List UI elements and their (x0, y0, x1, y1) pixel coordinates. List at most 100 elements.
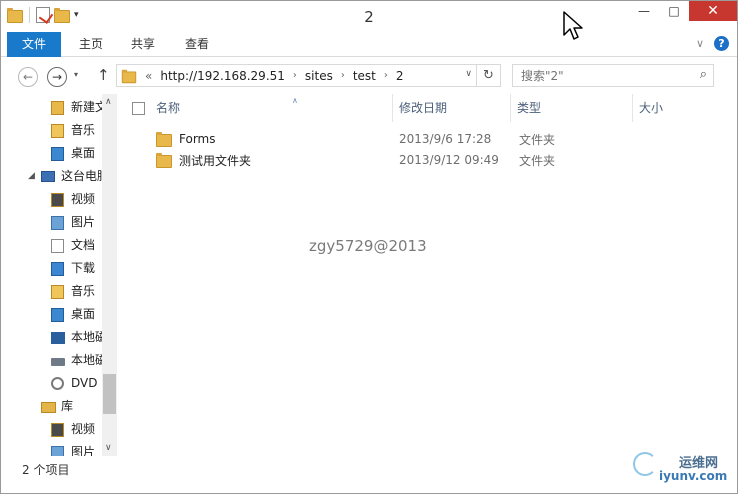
sidebar-item-libraries[interactable]: 库 (1, 395, 73, 418)
tab-file[interactable]: 文件 (7, 32, 61, 57)
drive-icon (51, 357, 65, 366)
sidebar-item-label: 图片 (71, 445, 96, 456)
recent-locations-dropdown[interactable]: ▾ (74, 70, 78, 79)
close-button[interactable]: ✕ (689, 1, 737, 21)
forward-button[interactable]: → (47, 67, 67, 87)
title-bar: ▾ 2 — □ ✕ (1, 1, 737, 32)
sidebar-item-label: 音乐 (71, 284, 96, 298)
music-icon (51, 123, 64, 138)
breadcrumb-item-2[interactable]: 2 (396, 69, 404, 83)
sidebar-item-videos-2[interactable]: 视频 (1, 418, 95, 441)
pc-icon (41, 170, 55, 182)
window-title: 2 (364, 8, 374, 26)
document-icon (51, 238, 64, 253)
column-size[interactable]: 大小 (633, 94, 713, 122)
picture-icon (51, 215, 64, 230)
sidebar-item-dvd[interactable]: DVD (1, 372, 97, 395)
sidebar-item-desktop-2[interactable]: 桌面 (1, 303, 95, 326)
library-icon (41, 401, 56, 413)
drive-icon (51, 331, 65, 344)
logo-url: iyunv.com (659, 469, 728, 483)
file-date: 2013/9/12 09:49 (399, 153, 499, 167)
search-icon[interactable]: ⌕ (700, 67, 707, 82)
breadcrumb-separator[interactable]: › (341, 70, 345, 81)
minimize-button[interactable]: — (629, 1, 659, 21)
sidebar-item-music[interactable]: 音乐 (1, 119, 95, 142)
sidebar-item-local-disk-2[interactable]: 本地磁 (1, 349, 107, 372)
sidebar-item-new-folder[interactable]: 新建文 (1, 96, 107, 119)
scroll-up-icon[interactable]: ∧ (105, 97, 112, 107)
ribbon-tabs: 文件 主页 共享 查看 ∨ ? (1, 32, 737, 57)
site-logo: 运维网 iyunv.com (633, 452, 727, 483)
column-date-modified[interactable]: 修改日期 (393, 94, 511, 122)
sidebar-item-local-disk-1[interactable]: 本地磁 (1, 326, 107, 349)
sidebar-item-label: DVD (71, 376, 98, 390)
breadcrumb-overflow[interactable]: « (145, 69, 152, 83)
tab-home[interactable]: 主页 (65, 32, 117, 57)
scroll-thumb[interactable] (103, 374, 116, 414)
file-type: 文件夹 (519, 153, 556, 168)
tab-view[interactable]: 查看 (171, 32, 223, 57)
sidebar-item-videos[interactable]: 视频 (1, 188, 95, 211)
select-all-checkbox[interactable] (132, 102, 145, 115)
item-count: 2 个项目 (22, 463, 70, 477)
column-type[interactable]: 类型 (511, 94, 633, 122)
sidebar-item-label: 下载 (71, 261, 96, 275)
column-name[interactable]: ∧ 名称 (150, 94, 393, 122)
video-icon (51, 192, 64, 207)
sidebar-item-this-pc[interactable]: 这台电脑 (1, 165, 109, 188)
sidebar-item-label: 库 (61, 399, 74, 413)
dvd-icon (51, 376, 64, 390)
video-icon (51, 422, 64, 437)
breadcrumb-item-sites[interactable]: sites (305, 69, 333, 83)
column-header: ∧ 名称 修改日期 类型 大小 (118, 94, 737, 122)
sidebar-item-label: 图片 (71, 215, 96, 229)
search-box[interactable]: ⌕ (512, 64, 714, 87)
file-name: Forms (179, 132, 216, 146)
column-name-label: 名称 (156, 101, 181, 115)
sidebar-item-label: 视频 (71, 192, 96, 206)
sidebar-item-music-2[interactable]: 音乐 (1, 280, 95, 303)
watermark-text: zgy5729@2013 (309, 237, 427, 255)
maximize-button[interactable]: □ (659, 1, 689, 21)
expand-this-pc-icon[interactable]: ◢ (28, 171, 35, 181)
folder-icon (51, 100, 64, 115)
folder-icon (156, 132, 172, 147)
sidebar-item-pictures-2[interactable]: 图片 (1, 441, 95, 456)
address-bar[interactable]: « http://192.168.29.51 › sites › test › … (116, 64, 501, 87)
sidebar-item-desktop[interactable]: 桌面 (1, 142, 95, 165)
list-item[interactable]: 测试用文件夹 2013/9/12 09:49 文件夹 (150, 150, 555, 170)
file-date: 2013/9/6 17:28 (399, 132, 492, 146)
expand-ribbon-icon[interactable]: ∨ (696, 37, 704, 50)
file-list: ∧ 名称 修改日期 类型 大小 Forms 2013/9/6 17:28 文件夹… (118, 94, 737, 456)
picture-icon (51, 445, 64, 456)
mouse-cursor-icon (563, 11, 583, 40)
up-button[interactable]: ↑ (97, 66, 110, 84)
breadcrumb: « http://192.168.29.51 › sites › test › … (145, 69, 404, 83)
folder-icon (156, 153, 172, 168)
logo-icon (633, 452, 657, 476)
breadcrumb-separator[interactable]: › (293, 70, 297, 81)
file-type: 文件夹 (519, 132, 556, 147)
sidebar-item-label: 文档 (71, 238, 96, 252)
download-icon (51, 261, 64, 276)
scroll-down-icon[interactable]: ∨ (105, 443, 112, 453)
ribbon-controls: ∨ ? (696, 36, 729, 51)
navigation-scrollbar[interactable]: ∧ ∨ (102, 94, 117, 456)
sidebar-item-downloads[interactable]: 下载 (1, 257, 95, 280)
search-input[interactable] (513, 65, 683, 86)
help-icon[interactable]: ? (714, 36, 729, 51)
back-button[interactable]: ← (18, 67, 38, 87)
breadcrumb-item-host[interactable]: http://192.168.29.51 (160, 69, 285, 83)
breadcrumb-separator[interactable]: › (384, 70, 388, 81)
folder-icon (121, 69, 137, 83)
sidebar-item-label: 桌面 (71, 146, 96, 160)
breadcrumb-item-test[interactable]: test (353, 69, 376, 83)
refresh-icon[interactable]: ↻ (476, 65, 500, 86)
list-item[interactable]: Forms 2013/9/6 17:28 文件夹 (150, 129, 555, 149)
sidebar-item-documents[interactable]: 文档 (1, 234, 95, 257)
sidebar-item-pictures[interactable]: 图片 (1, 211, 95, 234)
tab-share[interactable]: 共享 (117, 32, 169, 57)
address-history-dropdown[interactable]: ∨ (465, 69, 472, 79)
desktop-icon (51, 307, 64, 322)
